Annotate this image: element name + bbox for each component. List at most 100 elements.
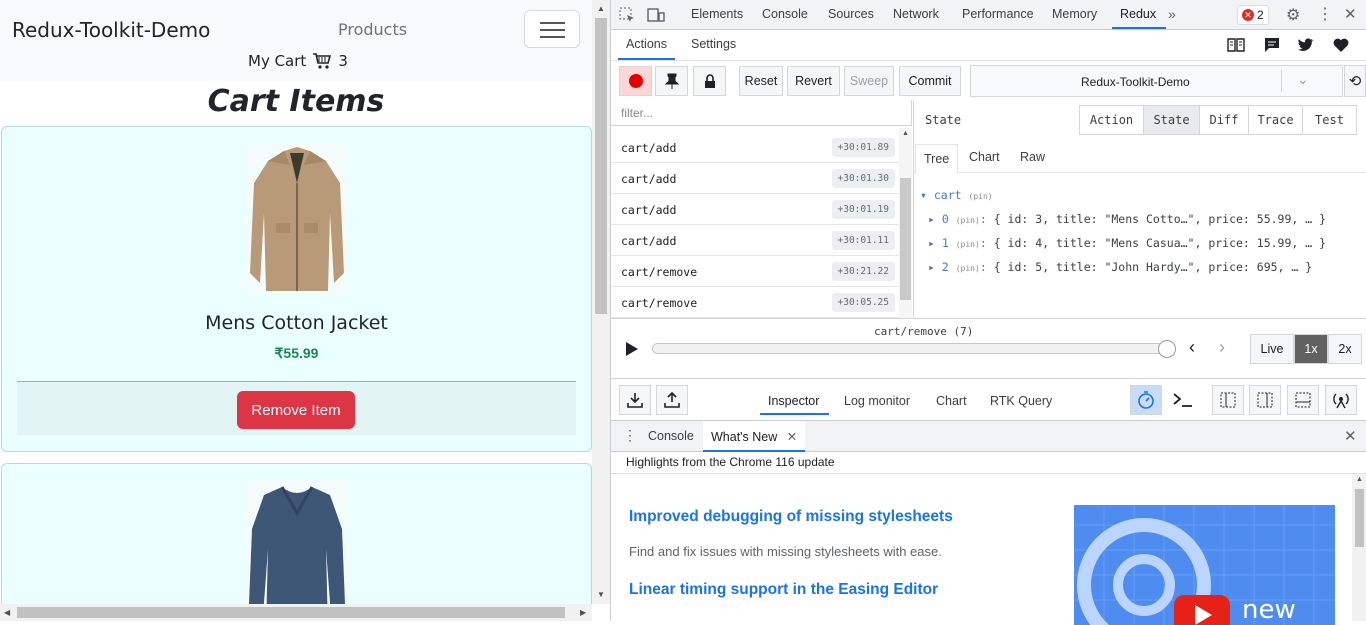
device-toolbar-icon[interactable] xyxy=(647,7,665,23)
console-toggle-button[interactable] xyxy=(1167,385,1199,415)
action-item[interactable]: cart/remove +30:21.22 xyxy=(611,256,899,287)
tab-sources[interactable]: Sources xyxy=(828,7,874,21)
scrollbar-thumb[interactable] xyxy=(1355,489,1364,547)
dock-bottom-button[interactable] xyxy=(1287,385,1319,415)
close-drawer-icon[interactable]: ✕ xyxy=(1344,427,1357,445)
feedback-chat-icon[interactable] xyxy=(1264,37,1280,53)
tab-inspector[interactable]: Inspector xyxy=(759,394,830,415)
tab-rtk-query[interactable]: RTK Query xyxy=(990,394,1052,408)
tree-row[interactable]: ▸ 1 (pin): { id: 4, title: "Mens Casua…"… xyxy=(920,232,1326,256)
instance-select[interactable]: Redux-Toolkit-Demo ⌄ xyxy=(970,65,1343,97)
tab-test[interactable]: Test xyxy=(1302,105,1357,135)
more-tabs-chevron-icon[interactable]: » xyxy=(1168,6,1176,22)
docs-book-icon[interactable] xyxy=(1227,38,1245,52)
remove-item-button[interactable]: Remove Item xyxy=(237,391,355,429)
close-devtools-icon[interactable]: ✕ xyxy=(1344,5,1357,23)
action-item[interactable]: cart/remove +30:05.25 xyxy=(611,287,899,318)
whats-new-link-stylesheets[interactable]: Improved debugging of missing stylesheet… xyxy=(629,508,953,526)
inspect-element-icon[interactable] xyxy=(619,7,635,23)
export-button[interactable] xyxy=(656,385,688,415)
page-horizontal-scrollbar[interactable]: ◀ ▶ xyxy=(0,604,592,621)
chrome-update-artwork xyxy=(1074,505,1335,625)
more-options-icon[interactable]: ⋮ xyxy=(1317,4,1333,24)
sync-button[interactable]: ⟲ xyxy=(1344,65,1366,97)
action-item[interactable]: cart/add +30:01.11 xyxy=(611,225,899,256)
scroll-right-arrow-icon[interactable]: ▶ xyxy=(580,608,586,617)
scrollbar-thumb[interactable] xyxy=(900,178,911,300)
tree-row[interactable]: ▸ 2 (pin): { id: 5, title: "John Hardy…"… xyxy=(920,256,1326,280)
revert-button[interactable]: Revert xyxy=(787,66,840,96)
action-filter-input[interactable]: filter... xyxy=(611,100,912,126)
tab-raw[interactable]: Raw xyxy=(1020,150,1045,164)
scrollbar-thumb[interactable] xyxy=(17,607,565,618)
drawer-menu-icon[interactable]: ⋮ xyxy=(623,427,637,444)
whats-new-video-thumbnail[interactable]: new xyxy=(1074,505,1335,625)
tab-chart-monitor[interactable]: Chart xyxy=(936,394,967,408)
timeline-slider-track[interactable] xyxy=(652,343,1167,354)
heart-sponsor-icon[interactable] xyxy=(1333,38,1349,52)
action-item[interactable]: cart/add +30:01.30 xyxy=(611,163,899,194)
drawer-tab-console[interactable]: Console xyxy=(648,429,694,443)
scroll-left-arrow-icon[interactable]: ◀ xyxy=(4,608,10,617)
close-tab-icon[interactable]: ✕ xyxy=(787,430,797,444)
tab-tree[interactable]: Tree xyxy=(915,144,959,174)
dock-right-button[interactable] xyxy=(1249,385,1281,415)
action-item[interactable]: cart/add +30:01.89 xyxy=(611,132,899,163)
tab-memory[interactable]: Memory xyxy=(1052,7,1097,21)
scroll-down-arrow-icon[interactable]: ▼ xyxy=(597,590,605,599)
tab-state[interactable]: State xyxy=(1143,105,1200,135)
nav-products-link[interactable]: Products xyxy=(338,20,407,39)
play-icon[interactable] xyxy=(625,341,639,357)
previous-action-icon[interactable]: ‹ xyxy=(1189,337,1195,358)
whats-new-link-easing[interactable]: Linear timing support in the Easing Edit… xyxy=(629,581,938,599)
action-item[interactable]: cart/add +30:01.19 xyxy=(611,194,899,225)
scrollbar-thumb[interactable] xyxy=(595,18,607,314)
navbar-toggler-button[interactable] xyxy=(524,10,580,48)
drawer-scrollbar[interactable]: ▲ xyxy=(1352,474,1366,621)
commit-button[interactable]: Commit xyxy=(899,66,961,96)
sweep-button[interactable]: Sweep xyxy=(844,66,894,96)
brand-link[interactable]: Redux-Toolkit-Demo xyxy=(12,18,210,42)
speed-1x-button[interactable]: 1x xyxy=(1294,334,1328,364)
navbar: Redux-Toolkit-Demo Products My Cart 3 xyxy=(0,0,592,81)
tab-diff[interactable]: Diff xyxy=(1199,105,1249,135)
pin-button[interactable] xyxy=(655,66,688,96)
tree-row[interactable]: ▸ 0 (pin): { id: 3, title: "Mens Cotto…"… xyxy=(920,208,1326,232)
page-vertical-scrollbar[interactable]: ▲ ▼ xyxy=(592,0,610,604)
tree-root[interactable]: ▾ cart (pin) xyxy=(920,184,1326,208)
my-cart-link[interactable]: My Cart 3 xyxy=(248,52,348,70)
error-counter-badge[interactable]: ✕ 2 xyxy=(1237,5,1269,25)
tab-log-monitor[interactable]: Log monitor xyxy=(844,394,910,408)
dock-left-button[interactable] xyxy=(1212,385,1244,415)
tab-redux[interactable]: Redux xyxy=(1111,7,1167,29)
tab-network[interactable]: Network xyxy=(893,7,939,21)
action-time: +30:01.19 xyxy=(831,200,895,219)
drawer-tab-whats-new[interactable]: What's New ✕ xyxy=(703,421,806,452)
twitter-icon[interactable] xyxy=(1298,38,1314,52)
remote-button[interactable] xyxy=(1325,385,1357,415)
tab-elements[interactable]: Elements xyxy=(691,7,743,21)
tree-key: 0 xyxy=(941,212,949,226)
scroll-up-arrow-icon[interactable]: ▲ xyxy=(902,130,909,137)
tab-action[interactable]: Action xyxy=(1079,105,1144,135)
scroll-up-arrow-icon[interactable]: ▲ xyxy=(597,4,605,13)
record-button[interactable] xyxy=(619,66,652,96)
dispatcher-toggle-button[interactable] xyxy=(1130,385,1162,415)
tab-settings[interactable]: Settings xyxy=(691,37,736,51)
settings-gear-icon[interactable]: ⚙ xyxy=(1286,5,1300,25)
cart-item-card: Mens Cotton Jacket ₹55.99 Remove Item xyxy=(1,126,592,452)
tab-chart[interactable]: Chart xyxy=(969,150,1000,164)
scroll-up-arrow-icon[interactable]: ▲ xyxy=(1356,476,1363,483)
tab-actions[interactable]: Actions xyxy=(618,37,675,60)
lock-button[interactable] xyxy=(693,66,726,96)
tab-trace[interactable]: Trace xyxy=(1248,105,1303,135)
tab-console[interactable]: Console xyxy=(762,7,808,21)
next-action-icon[interactable]: › xyxy=(1219,337,1225,358)
timeline-slider-thumb[interactable] xyxy=(1158,340,1176,358)
import-button[interactable] xyxy=(619,385,651,415)
reset-button[interactable]: Reset xyxy=(739,66,783,96)
speed-2x-button[interactable]: 2x xyxy=(1328,334,1362,364)
tab-performance[interactable]: Performance xyxy=(962,7,1034,21)
action-list-scrollbar[interactable]: ▲ xyxy=(899,128,912,318)
speed-live-button[interactable]: Live xyxy=(1250,334,1294,364)
